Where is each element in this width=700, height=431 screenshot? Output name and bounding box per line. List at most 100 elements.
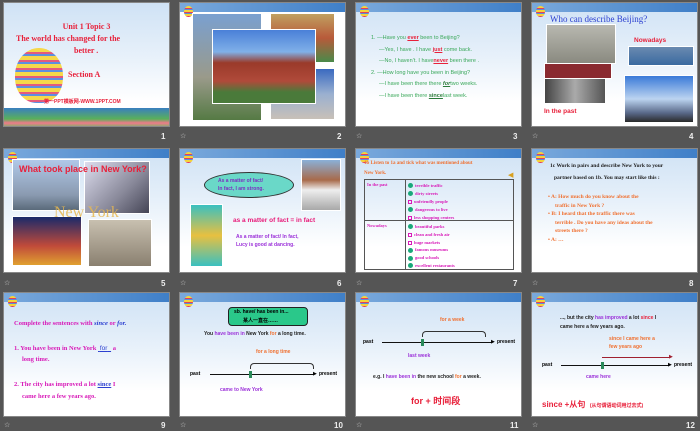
smiley-tick-icon [408, 224, 413, 230]
photo [624, 75, 694, 123]
header-bar [356, 293, 521, 302]
slide-thumbnail-6[interactable]: As a matter of fact/ In fact, I am stron… [179, 148, 346, 273]
photo-strong-man [301, 159, 341, 211]
slide-thumbnail-12[interactable]: ..., but the city has improved a lot sin… [531, 292, 698, 417]
timeline-marker [421, 339, 424, 346]
slide-title: 1c Work in pairs and describe New York t… [550, 163, 664, 169]
past-label: past [542, 362, 553, 368]
balloon-image [15, 48, 63, 103]
sentence-1-cont: long time. [22, 356, 50, 363]
photo-building [88, 219, 152, 267]
slide-thumbnail-1[interactable]: Unit 1 Topic 3 The world has changed for… [3, 2, 170, 127]
slide-number: 7 [513, 279, 518, 288]
sentence-2-cont: came here a few years ago. [22, 393, 96, 400]
event-label: came here [586, 374, 611, 380]
present-label: present [319, 371, 338, 377]
event-label: came to New York [220, 387, 263, 393]
item-label: good schools [415, 255, 440, 261]
header-bar [4, 293, 169, 302]
slide-number: 9 [161, 421, 166, 430]
smiley-tick-icon [408, 263, 413, 269]
callout-text: sb. have/ has been in... [234, 309, 289, 315]
header-bar [356, 149, 521, 158]
item-label: dirty streets [415, 191, 439, 196]
item-label: unfriendly people [414, 199, 448, 204]
header-bar [356, 3, 521, 12]
slide-title-line2: partner based on 1b. You may start like … [554, 175, 660, 181]
timeline-arrow [210, 374, 314, 375]
checklist-item: famous museums [408, 246, 455, 254]
sentence-2: 2. The city has improved a lot since I [14, 381, 116, 388]
item-label: excellent restaurants [415, 262, 455, 268]
slide-title: Complete the sentences with since or for… [14, 320, 127, 327]
timeline-marker [601, 362, 604, 369]
transition-icon[interactable]: ☆ [356, 279, 362, 287]
slide-title-line2: New York. [364, 171, 387, 176]
slide-thumbnail-4[interactable]: Who can describe Beijing? Nowadays In th… [531, 2, 698, 127]
slide-thumbnail-5[interactable]: New York What took place in New York? [3, 148, 170, 273]
balloon-icon [360, 6, 369, 17]
arrowhead: ▶ [669, 354, 673, 360]
callout-text: 某人一直在…… [243, 318, 279, 324]
slide-thumbnail-3[interactable]: 1. —Have you ever been to Beijing? —Yes,… [355, 2, 522, 127]
transition-icon[interactable]: ☆ [532, 421, 538, 429]
transition-icon[interactable]: ☆ [356, 421, 362, 429]
arrow-label: since I came here a [609, 336, 655, 342]
header-bar [532, 3, 697, 12]
example-sentence: ..., but the city has improved a lot sin… [560, 315, 657, 321]
new-york-overlay: New York [54, 204, 119, 221]
speaker-icon[interactable]: ◀ [508, 171, 513, 179]
example-sentence: e.g. I have been in the new school for a… [373, 374, 481, 380]
item-label: dangerous to live [415, 207, 448, 212]
past-label: past [363, 339, 374, 345]
balloon-icon [184, 152, 193, 163]
brace-label: for a long time [256, 349, 291, 355]
arrow-label: few years ago [609, 344, 643, 350]
brace [250, 363, 314, 369]
transition-icon[interactable]: ☆ [532, 132, 538, 140]
slide-thumbnail-10[interactable]: sb. have/ has been in... 某人一直在…… You hav… [179, 292, 346, 417]
slide-thumbnail-7[interactable]: 1b Listen to 1a and tick what was mentio… [355, 148, 522, 273]
slide-thumbnail-2[interactable] [179, 2, 346, 127]
checkbox-icon [408, 232, 412, 237]
slide-thumbnail-9[interactable]: Complete the sentences with since or for… [3, 292, 170, 417]
photo-times-square [12, 216, 82, 266]
example-sentence: You have been in New York for a long tim… [204, 331, 306, 337]
past-label: past [190, 371, 201, 377]
slide-thumbnail-8[interactable]: 1c Work in pairs and describe New York t… [531, 148, 698, 273]
slide-number: 4 [689, 132, 694, 141]
checklist-item: unfriendly people [408, 198, 454, 206]
present-label: present [497, 339, 516, 345]
bubble-text: As a matter of fact/ [218, 178, 264, 184]
slide-number: 1 [161, 132, 166, 141]
example-text: Lucy is good at dancing. [236, 242, 295, 248]
slide-thumbnail-11[interactable]: for a week past ▶ present last week e.g.… [355, 292, 522, 417]
speech-bubble [204, 172, 294, 198]
checklist-item: less shopping centers [408, 214, 454, 222]
dialogue-text: • A: How much do you know about the traf… [548, 194, 653, 243]
balloon-icon [184, 296, 193, 307]
transition-icon[interactable]: ☆ [180, 421, 186, 429]
item-label: huge markets [414, 239, 441, 245]
checklist-item: good schools [408, 254, 455, 262]
transition-icon[interactable]: ☆ [4, 279, 10, 287]
transition-icon[interactable]: ☆ [532, 279, 538, 287]
slide-number: 5 [161, 279, 166, 288]
photo-tiananmen [212, 29, 316, 104]
header-bar [180, 3, 345, 12]
transition-icon[interactable]: ☆ [180, 132, 186, 140]
checklist-item: huge markets [408, 239, 455, 247]
slide-number: 8 [689, 279, 694, 288]
transition-icon[interactable]: ☆ [4, 421, 10, 429]
transition-icon[interactable]: ☆ [356, 132, 362, 140]
transition-icon[interactable]: ☆ [180, 279, 186, 287]
item-label: famous museums [415, 247, 449, 253]
item-label: less shopping centers [414, 215, 455, 220]
slide-number: 3 [513, 132, 518, 141]
field-image [4, 108, 169, 126]
item-label: terrible traffic [415, 183, 443, 188]
dialogue-text: 1. —Have you ever been to Beijing? —Yes,… [371, 35, 479, 99]
balloon-icon [360, 296, 369, 307]
example-sentence-cont: came here a few years ago. [560, 324, 625, 330]
row-label-nowadays: Nowadays [367, 223, 387, 228]
